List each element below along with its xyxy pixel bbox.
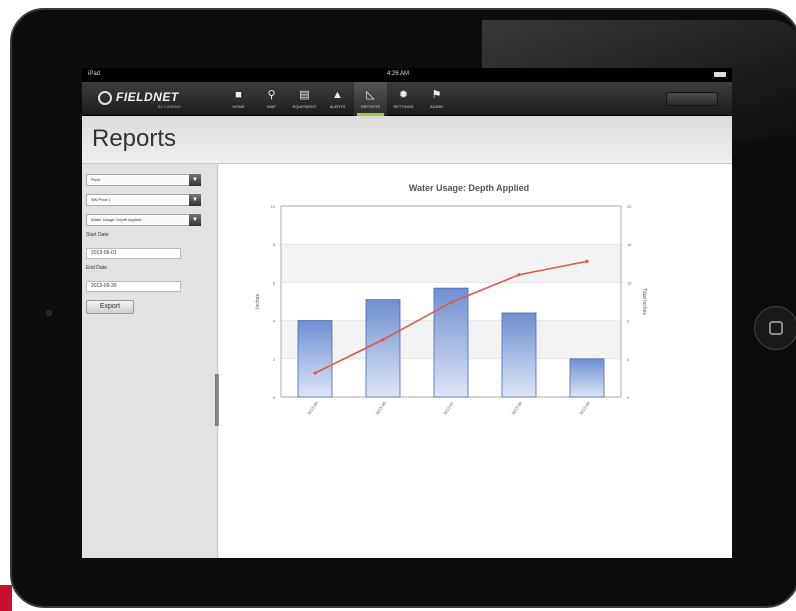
x-tick-label: 2013-06 (374, 400, 387, 416)
nav-item-label: REPORTS (360, 104, 381, 109)
start-date-label: Start Date (86, 232, 109, 238)
nav-item-label: SETTINGS (393, 104, 414, 109)
alert-icon: ▲ (332, 89, 343, 101)
line-point (517, 273, 521, 277)
top-navbar: FIELDNET BY LINDSAY ■ HOME ⚲ MAP ▤ EQUIPMENT ▲… (82, 82, 732, 116)
y-axis-label: Inches (255, 294, 261, 309)
nav-item-equipment[interactable]: ▤ EQUIPMENT (288, 82, 321, 116)
map-pin-icon: ⚲ (267, 89, 276, 101)
equipment-type-select[interactable]: Pivot ▼ (86, 174, 201, 186)
nav-item-label: MAP (267, 104, 276, 109)
nav-item-map[interactable]: ⚲ MAP (255, 82, 288, 116)
x-tick-label: 2013-09 (578, 400, 591, 416)
title-bar: Reports (82, 116, 732, 164)
bar (433, 287, 469, 398)
y-tick-label: 4 (273, 319, 276, 324)
chevron-down-icon: ▼ (189, 174, 201, 186)
y2-axis-label: Total Inches (641, 288, 647, 315)
nav-item-label: EQUIPMENT (292, 104, 317, 109)
status-bar: iPad 4:26 AM (82, 68, 732, 82)
nav-item-label: HOME (232, 104, 245, 109)
logo-subtext: BY LINDSAY (158, 104, 182, 109)
y-tick-label: 10 (271, 204, 276, 209)
page-title: Reports (92, 125, 177, 152)
water-usage-chart: 0 0 2 4 4 8 6 12 8 16 10 20 Water Usage: Depth Appli… (255, 183, 647, 416)
x-tick-label: 2013-05 (306, 400, 319, 416)
logo-mark-icon (98, 91, 112, 105)
grid-band (281, 244, 621, 283)
y2-tick-label: 20 (627, 204, 632, 209)
nav-item-settings[interactable]: ✹ SETTINGS (387, 82, 420, 116)
home-square-icon (769, 321, 783, 335)
nav-items: ■ HOME ⚲ MAP ▤ EQUIPMENT ▲ ALERTS ◺ REPORTS ✹ SETTI… (222, 82, 453, 116)
equipment-value: SW Pivot 1 (91, 197, 111, 202)
nav-item-alerts[interactable]: ▲ ALERTS (321, 82, 354, 116)
y2-tick-label: 0 (627, 395, 630, 400)
y-tick-label: 6 (273, 280, 276, 285)
bar (501, 312, 537, 398)
report-type-select[interactable]: Water Usage: Depth Applied ▼ (86, 214, 201, 226)
home-button[interactable] (754, 306, 796, 350)
x-tick-label: 2013-08 (510, 400, 523, 416)
home-icon: ■ (235, 89, 242, 101)
user-menu-button[interactable] (666, 92, 718, 106)
y2-tick-label: 4 (627, 357, 630, 362)
x-tick-label: 2013-07 (442, 400, 455, 416)
y-tick-label: 0 (273, 395, 276, 400)
bar (297, 320, 333, 398)
start-date-input[interactable]: 2013-06-01 (86, 248, 181, 259)
battery-icon (714, 72, 726, 77)
report-type-value: Water Usage: Depth Applied (91, 217, 142, 222)
line-point (449, 300, 453, 305)
admin-icon: ⚑ (431, 89, 442, 101)
equipment-type-value: Pivot (91, 177, 100, 182)
line-point (381, 338, 385, 342)
scene: iPad 4:26 AM FIELDNET BY LINDSAY ■ HOME ⚲ M… (0, 0, 796, 611)
chart-title: Water Usage: Depth Applied (409, 183, 529, 193)
nav-item-admin[interactable]: ⚑ ADMIN (420, 82, 453, 116)
y-tick-label: 2 (273, 357, 276, 362)
sidebar: Pivot ▼ SW Pivot 1 ▼ Water Usage: Depth … (82, 164, 224, 558)
reports-icon: ◺ (366, 89, 375, 101)
end-date-label: End Date (86, 265, 107, 271)
camera-icon (46, 310, 52, 316)
red-accent (0, 585, 12, 611)
end-date-input[interactable]: 2013-09-30 (86, 281, 181, 292)
nav-item-label: ALERTS (329, 104, 346, 109)
y2-tick-label: 8 (627, 319, 630, 324)
bar (569, 358, 605, 398)
nav-item-label: ADMIN (430, 104, 443, 109)
y2-tick-label: 12 (627, 280, 632, 285)
y-tick-label: 8 (273, 242, 276, 247)
nav-item-reports[interactable]: ◺ REPORTS (354, 82, 387, 116)
equipment-select[interactable]: SW Pivot 1 ▼ (86, 194, 201, 206)
line-point (585, 259, 589, 263)
carrier-label: iPad (88, 71, 101, 77)
report-chart-area: 0 0 2 4 4 8 6 12 8 16 10 20 Water Usage: Depth Appli… (219, 164, 732, 558)
logo-text: FIELDNET (116, 90, 179, 104)
bar (365, 299, 401, 398)
ipad-screen: iPad 4:26 AM FIELDNET BY LINDSAY ■ HOME ⚲ M… (82, 68, 732, 558)
line-point (313, 371, 317, 375)
y2-tick-label: 16 (627, 242, 632, 247)
chevron-down-icon: ▼ (189, 194, 201, 206)
nav-item-home[interactable]: ■ HOME (222, 82, 255, 116)
clock: 4:26 AM (387, 71, 410, 77)
chevron-down-icon: ▼ (189, 214, 201, 226)
gear-icon: ✹ (398, 89, 409, 101)
equipment-icon: ▤ (299, 89, 310, 101)
export-button[interactable]: Export (86, 300, 134, 314)
fieldnet-logo[interactable]: FIELDNET BY LINDSAY (98, 88, 210, 110)
